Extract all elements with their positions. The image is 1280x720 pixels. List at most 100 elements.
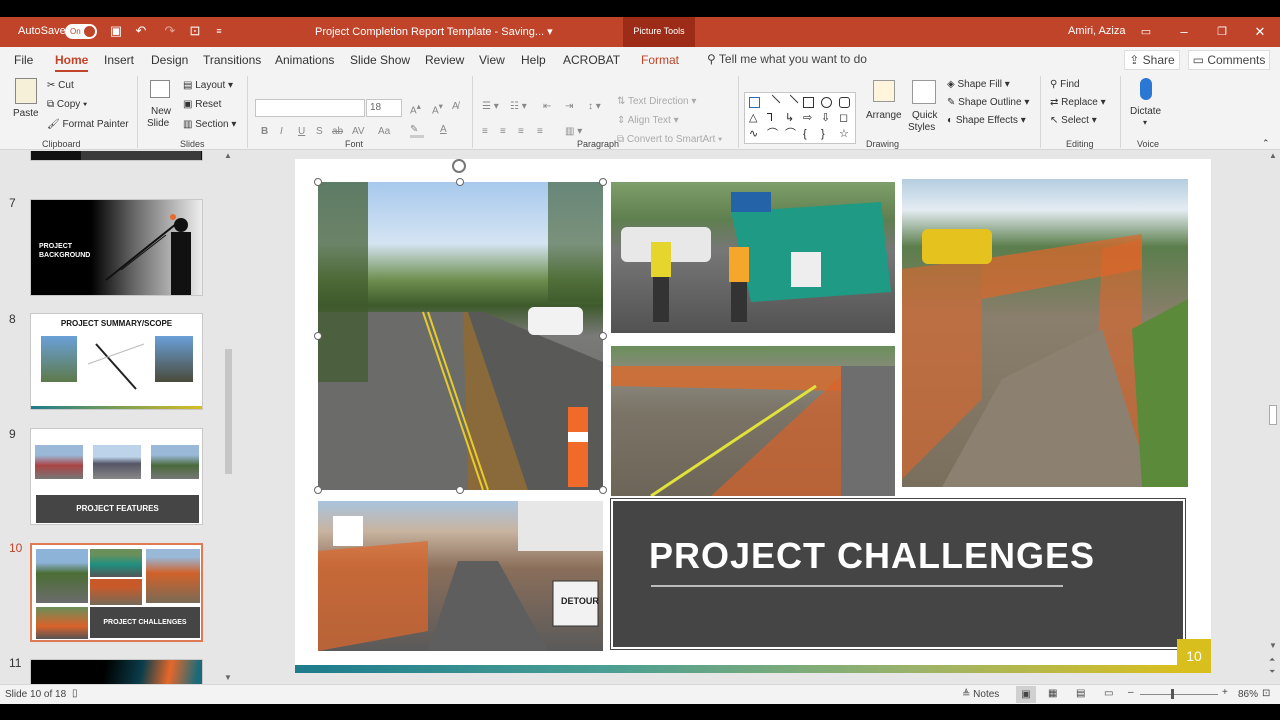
arrange-icon[interactable] [873,80,895,102]
zoom-slider-thumb[interactable] [1171,689,1174,699]
section-button[interactable]: ▥ Section ▾ [183,119,236,130]
arc-shape-icon[interactable]: ⌒ [767,129,778,140]
user-name[interactable]: Amiri, Aziza [1068,25,1125,37]
columns-icon[interactable]: ▥ ▾ [565,126,582,137]
microphone-icon[interactable] [1140,78,1152,100]
paving-crew-photo[interactable] [611,182,895,333]
resize-handle[interactable] [456,486,464,494]
new-slide-button-line2[interactable]: Slide [147,118,169,129]
resize-handle[interactable] [314,486,322,494]
tab-home[interactable]: Home [55,53,89,72]
line-shape-icon[interactable] [764,94,781,111]
close-icon[interactable]: ✕ [1246,22,1274,42]
character-spacing-button[interactable]: AV [352,126,365,137]
autosave-toggle[interactable]: On [65,24,97,39]
select-button[interactable]: ↖ Select ▾ [1050,115,1097,126]
share-button[interactable]: ⇪ Share [1124,50,1180,70]
bullets-icon[interactable]: ☰ ▾ [482,101,499,112]
zoom-in-icon[interactable]: + [1222,687,1228,698]
cut-button[interactable]: ✂ Cut [47,80,74,91]
grow-font-icon[interactable]: A▴ [410,101,421,116]
arrange-button[interactable]: Arrange [866,110,902,121]
slide-thumbnail-11[interactable] [30,659,203,684]
change-case-button[interactable]: Aa [378,126,390,137]
document-title[interactable]: Project Completion Report Template - Sav… [315,25,553,38]
normal-view-icon[interactable]: ▣ [1016,686,1036,703]
scrollbar-thumb[interactable] [225,349,232,474]
replace-button[interactable]: ⇄ Replace ▾ [1050,97,1106,108]
reset-button[interactable]: ▣ Reset [183,99,221,110]
brace-right-shape-icon[interactable]: } [821,129,832,140]
triangle-shape-icon[interactable]: △ [749,113,760,124]
redo-icon[interactable]: ↷ [162,23,178,39]
align-right-icon[interactable]: ≡ [518,126,524,137]
rectangle-shape-icon[interactable] [803,97,814,108]
slide-canvas[interactable]: DETOUR PROJECT CHALLENGES 10 [295,159,1211,673]
resize-handle[interactable] [599,332,607,340]
tab-acrobat[interactable]: ACROBAT [563,53,620,67]
scroll-down-icon[interactable]: ▼ [1269,641,1277,650]
shadow-button[interactable]: S [316,126,323,137]
undo-icon[interactable]: ↶ [133,23,149,39]
tab-slide-show[interactable]: Slide Show [350,53,410,67]
highlight-icon[interactable]: ✎ [410,124,424,138]
align-left-icon[interactable]: ≡ [482,126,488,137]
slide-scrollbar[interactable]: ▲ ▼ ⏶ ⏷ [1266,151,1280,684]
previous-slide-icon[interactable]: ⏶ [1269,655,1275,665]
shape-fill-button[interactable]: ◈ Shape Fill ▾ [947,79,1010,90]
quick-styles-button-line2[interactable]: Styles [908,122,935,133]
tab-animations[interactable]: Animations [275,53,334,67]
scroll-down-icon[interactable]: ▼ [224,673,232,682]
font-name-input[interactable] [255,99,365,117]
layout-button[interactable]: ▤ Layout ▾ [183,80,233,91]
slide-thumbnail-6[interactable] [30,151,203,161]
accessibility-icon[interactable]: ▯ [72,688,78,699]
tab-help[interactable]: Help [521,53,546,67]
down-arrow-shape-icon[interactable]: ⇩ [821,113,832,124]
align-center-icon[interactable]: ≡ [500,126,506,137]
present-icon[interactable]: ⊡ [187,23,203,39]
shape-effects-button[interactable]: ◐ Shape Effects ▾ [947,115,1026,126]
tab-review[interactable]: Review [425,53,464,67]
smartart-button[interactable]: ⧉ Convert to SmartArt ▾ [617,134,722,145]
resize-handle[interactable] [599,178,607,186]
slide-thumbnail-7[interactable]: PROJECT BACKGROUND [30,199,203,296]
format-painter-button[interactable]: 🖌 Format Painter [47,119,129,130]
textbox-shape-icon[interactable] [749,97,760,108]
resize-handle[interactable] [456,178,464,186]
font-size-input[interactable]: 18 [366,99,402,117]
slide-thumbnail-8[interactable]: PROJECT SUMMARY/SCOPE [30,313,203,410]
slide-show-icon[interactable]: ▭ [1104,688,1113,699]
scroll-up-icon[interactable]: ▲ [1269,151,1277,160]
font-color-button[interactable]: A [440,124,447,135]
reading-view-icon[interactable]: ▤ [1076,688,1085,699]
tab-design[interactable]: Design [151,53,188,67]
slide-thumbnail-9[interactable]: PROJECT FEATURES [30,428,203,525]
justify-icon[interactable]: ≡ [537,126,543,137]
tell-me-search[interactable]: ⚲ Tell me what you want to do [707,52,867,66]
slide-title[interactable]: PROJECT CHALLENGES [649,535,1095,577]
tab-file[interactable]: File [14,53,33,67]
tab-transitions[interactable]: Transitions [203,53,261,67]
zoom-out-icon[interactable]: – [1128,687,1134,698]
tab-format[interactable]: Format [641,53,679,67]
shapes-gallery[interactable]: △ ⅂ ↳ ⇨ ⇩ ◻ ∿ ⌒ ⌒ { } ☆ [744,92,856,144]
street-photo[interactable] [318,182,603,490]
freeform-shape-icon[interactable]: ⌒ [785,129,796,140]
zoom-level[interactable]: 86% [1238,689,1258,700]
numbering-icon[interactable]: ☷ ▾ [510,101,527,112]
italic-button[interactable]: I [280,126,283,137]
strikethrough-button[interactable]: ab [332,126,343,137]
star-shape-icon[interactable]: ☆ [839,129,850,140]
rounded-rect-shape-icon[interactable] [839,97,850,108]
oval-shape-icon[interactable] [821,97,832,108]
detour-sidewalk-photo[interactable]: DETOUR [318,501,603,651]
shrink-font-icon[interactable]: A▾ [432,101,443,116]
paste-button[interactable]: Paste [13,108,39,119]
next-slide-icon[interactable]: ⏷ [1269,667,1275,677]
shape-outline-button[interactable]: ✎ Shape Outline ▾ [947,97,1029,108]
collapse-ribbon-icon[interactable]: ⌃ [1262,138,1270,149]
find-button[interactable]: ⚲ Find [1050,79,1080,90]
align-text-button[interactable]: ⇕ Align Text ▾ [617,115,679,126]
quick-styles-button[interactable]: Quick [912,110,938,121]
